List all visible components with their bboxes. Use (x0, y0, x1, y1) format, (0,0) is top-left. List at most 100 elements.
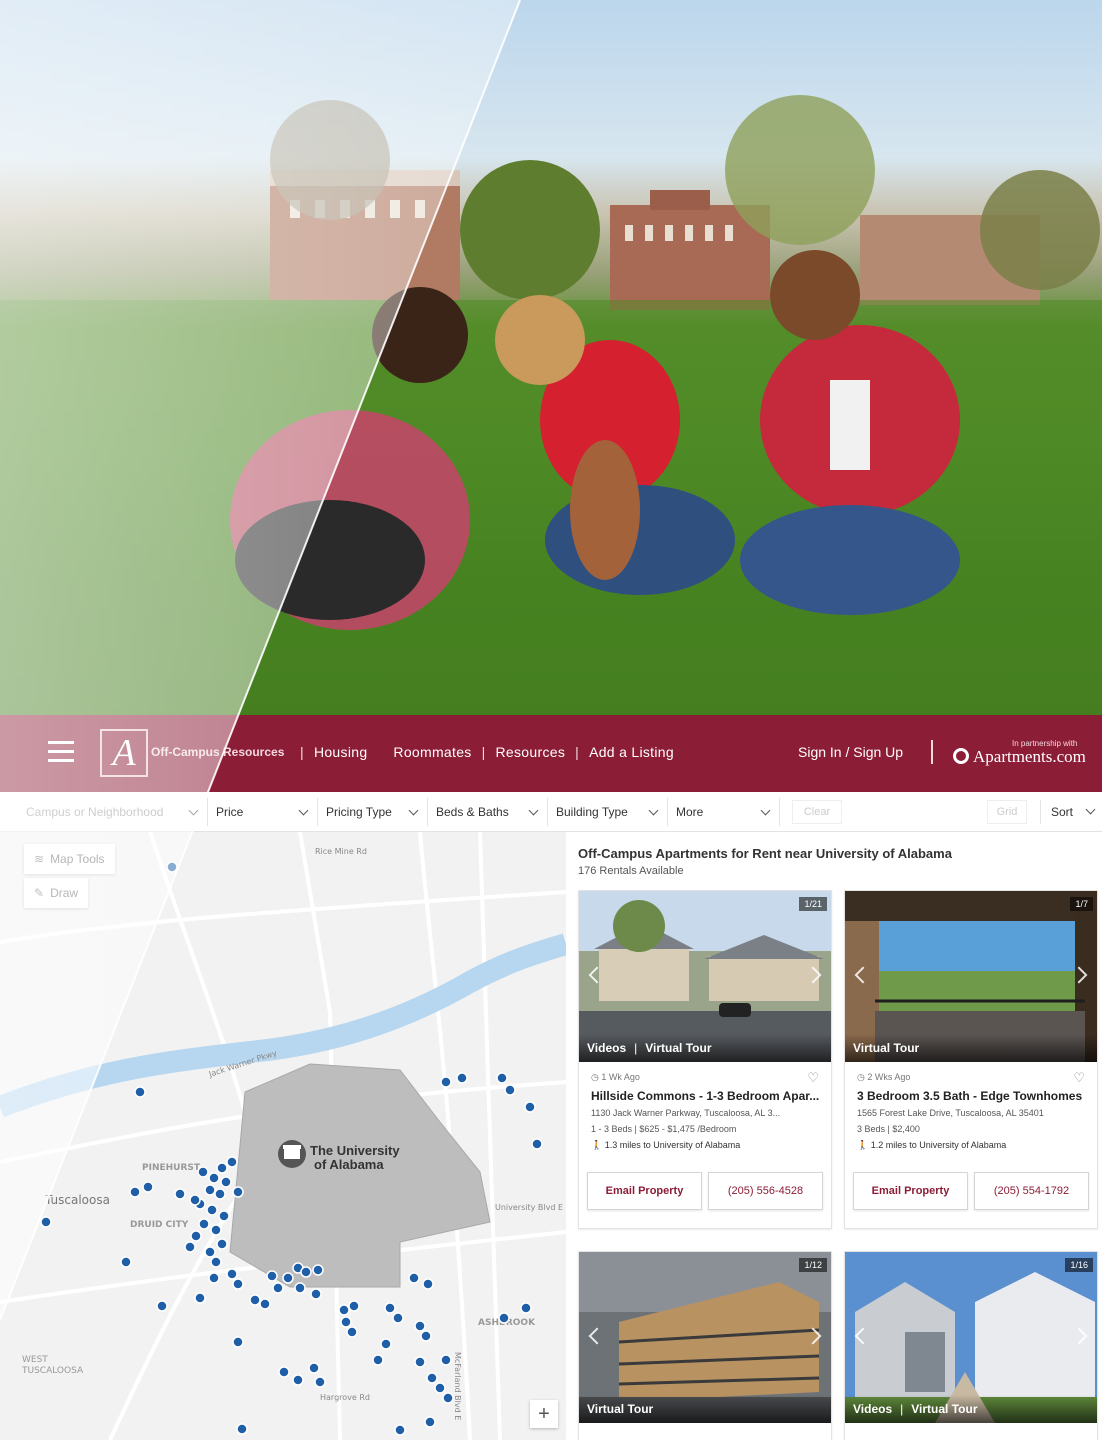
pricing-type-filter-label: Pricing Type (326, 805, 392, 819)
campus-name-label: The University of Alabama (310, 1144, 400, 1172)
listing-body: ◷ 1 Wk Ago ♡ Hillside Commons - 1-3 Bedr… (579, 1062, 831, 1212)
updated-time: ◷ 1 Wk Ago (591, 1072, 640, 1082)
pricing-type-filter[interactable]: Pricing Type (318, 798, 428, 826)
map-panel[interactable]: Rice Mine Rd Jack Warner Pkwy University… (0, 832, 566, 1440)
phone-button[interactable]: (205) 556-4528 (708, 1172, 823, 1210)
listing-address: 1565 Forest Lake Drive, Tuscaloosa, AL 3… (857, 1108, 1044, 1118)
chevron-down-icon (648, 805, 659, 816)
sign-in-link[interactable]: Sign In / Sign Up (798, 744, 903, 760)
university-logo[interactable]: A (100, 729, 148, 777)
listing-actions: Email Property (205) 556-4528 (587, 1172, 823, 1210)
videos-badge[interactable]: Videos (587, 1041, 626, 1055)
updated-text: 1 Wk Ago (601, 1072, 640, 1082)
chevron-down-icon (188, 805, 199, 816)
clear-filters-button[interactable]: Clear (792, 800, 842, 824)
chevron-down-icon (1085, 804, 1096, 815)
price-filter-label: Price (216, 805, 244, 819)
beds-baths-filter[interactable]: Beds & Baths (428, 798, 548, 826)
price-filter[interactable]: Price (208, 798, 318, 826)
listing-photo[interactable]: 1/12 Virtual Tour (579, 1252, 831, 1423)
apartments-logo[interactable]: Apartments.com (953, 747, 1086, 767)
walking-icon: 🚶 (857, 1140, 869, 1150)
listing-name[interactable]: Hillside Commons - 1-3 Bedroom Apar... (591, 1089, 819, 1103)
listing-distance: 🚶 1.2 miles to University of Alabama (857, 1140, 1085, 1151)
listing-actions: Email Property (205) 554-1792 (853, 1172, 1089, 1210)
svg-text:Tuscaloosa: Tuscaloosa (44, 1193, 110, 1207)
map-tools-button[interactable]: ≋ Map Tools (24, 844, 115, 874)
building-type-filter[interactable]: Building Type (548, 798, 668, 826)
more-filter-label: More (676, 805, 704, 819)
pencil-icon: ✎ (34, 886, 45, 900)
listing-address: 1130 Jack Warner Parkway, Tuscaloosa, AL… (591, 1108, 781, 1118)
videos-badge[interactable]: Videos (853, 1402, 892, 1416)
favorite-heart-icon[interactable]: ♡ (1073, 1070, 1085, 1086)
svg-text:Rice Mine Rd: Rice Mine Rd (315, 847, 367, 856)
results-title: Off-Campus Apartments for Rent near Univ… (578, 846, 952, 861)
distance-text: 1.2 miles to University of Alabama (870, 1140, 1007, 1150)
listing-body: ◷ 2 Wks Ago ♡ 3 Bedroom 3.5 Bath - Edge … (845, 1062, 1097, 1212)
apartments-gear-icon (953, 748, 969, 764)
chevron-down-icon (408, 805, 419, 816)
tour-badges: Virtual Tour (579, 1395, 831, 1423)
listing-card[interactable]: 1/21 Videos | Virtual Tour ◷ 1 Wk Ago ♡ … (578, 890, 832, 1229)
nav-divider (931, 740, 933, 764)
nav-link-add-listing[interactable]: Add a Listing (589, 744, 674, 760)
tour-badges: Virtual Tour (845, 1034, 1097, 1062)
virtual-tour-badge[interactable]: Virtual Tour (645, 1041, 711, 1055)
zoom-in-button[interactable]: + (530, 1400, 558, 1428)
campus-name-line2: of Alabama (314, 1157, 384, 1172)
listing-card[interactable]: 1/7 Virtual Tour ◷ 2 Wks Ago ♡ 3 Bedroom… (844, 890, 1098, 1229)
listing-name[interactable]: 3 Bedroom 3.5 Bath - Edge Townhomes (857, 1089, 1085, 1103)
listing-photo[interactable]: 1/7 Virtual Tour (845, 891, 1097, 1062)
phone-button[interactable]: (205) 554-1792 (974, 1172, 1089, 1210)
listing-card[interactable]: 1/12 Virtual Tour (578, 1251, 832, 1440)
top-nav-bar: A Off-Campus Resources | Housing Roommat… (0, 715, 1102, 792)
virtual-tour-badge[interactable]: Virtual Tour (911, 1402, 977, 1416)
tour-badges: Videos | Virtual Tour (845, 1395, 1097, 1423)
more-filter[interactable]: More (668, 798, 780, 826)
hero-photo (0, 0, 1102, 715)
nav-link-resources[interactable]: Resources (496, 744, 566, 760)
menu-icon[interactable] (48, 741, 74, 763)
listing-meta: 3 Beds | $2,400 (857, 1124, 920, 1134)
svg-text:DRUID CITY: DRUID CITY (130, 1220, 189, 1230)
grid-view-button[interactable]: Grid (987, 800, 1027, 824)
listing-meta: 1 - 3 Beds | $625 - $1,475 /Bedroom (591, 1124, 737, 1134)
listing-panel: Off-Campus Apartments for Rent near Univ… (566, 832, 1102, 1440)
updated-text: 2 Wks Ago (867, 1072, 911, 1082)
tour-separator: | (900, 1402, 904, 1416)
virtual-tour-badge[interactable]: Virtual Tour (853, 1041, 919, 1055)
svg-text:WEST: WEST (22, 1355, 48, 1365)
campus-filter-label: Campus or Neighborhood (26, 805, 164, 819)
logo-glyph: A (112, 732, 136, 774)
page: A Off-Campus Resources | Housing Roommat… (0, 0, 1102, 1440)
nav-link-roommates[interactable]: Roommates (393, 744, 471, 760)
email-property-button[interactable]: Email Property (587, 1172, 702, 1210)
nav-separator: | (300, 744, 304, 760)
results-count: 176 Rentals Available (578, 865, 684, 877)
campus-neighborhood-select[interactable]: Campus or Neighborhood (18, 798, 208, 826)
layers-icon: ≋ (34, 852, 45, 866)
email-property-button[interactable]: Email Property (853, 1172, 968, 1210)
chevron-down-icon (760, 805, 771, 816)
tour-separator: | (634, 1041, 638, 1055)
svg-text:Hargrove Rd: Hargrove Rd (320, 1393, 370, 1402)
map-tools-label: Map Tools (50, 852, 105, 866)
svg-text:University Blvd E: University Blvd E (495, 1203, 563, 1212)
building-type-filter-label: Building Type (556, 805, 628, 819)
listing-card[interactable]: 1/16 Videos | Virtual Tour (844, 1251, 1098, 1440)
listing-photo[interactable]: 1/16 Videos | Virtual Tour (845, 1252, 1097, 1423)
nav-links: | Housing Roommates | Resources | Add a … (290, 744, 674, 760)
favorite-heart-icon[interactable]: ♡ (807, 1070, 819, 1086)
listing-photo[interactable]: 1/21 Videos | Virtual Tour (579, 891, 831, 1062)
site-brand[interactable]: Off-Campus Resources (151, 745, 284, 759)
walking-icon: 🚶 (591, 1140, 603, 1150)
photo-counter: 1/21 (799, 897, 827, 911)
listing-distance: 🚶 1.3 miles to University of Alabama (591, 1140, 819, 1151)
nav-link-housing[interactable]: Housing (314, 744, 367, 760)
draw-button[interactable]: ✎ Draw (24, 878, 89, 908)
virtual-tour-badge[interactable]: Virtual Tour (587, 1402, 653, 1416)
draw-label: Draw (50, 886, 79, 900)
photo-counter: 1/16 (1065, 1258, 1093, 1272)
sort-select[interactable]: Sort (1040, 800, 1102, 824)
